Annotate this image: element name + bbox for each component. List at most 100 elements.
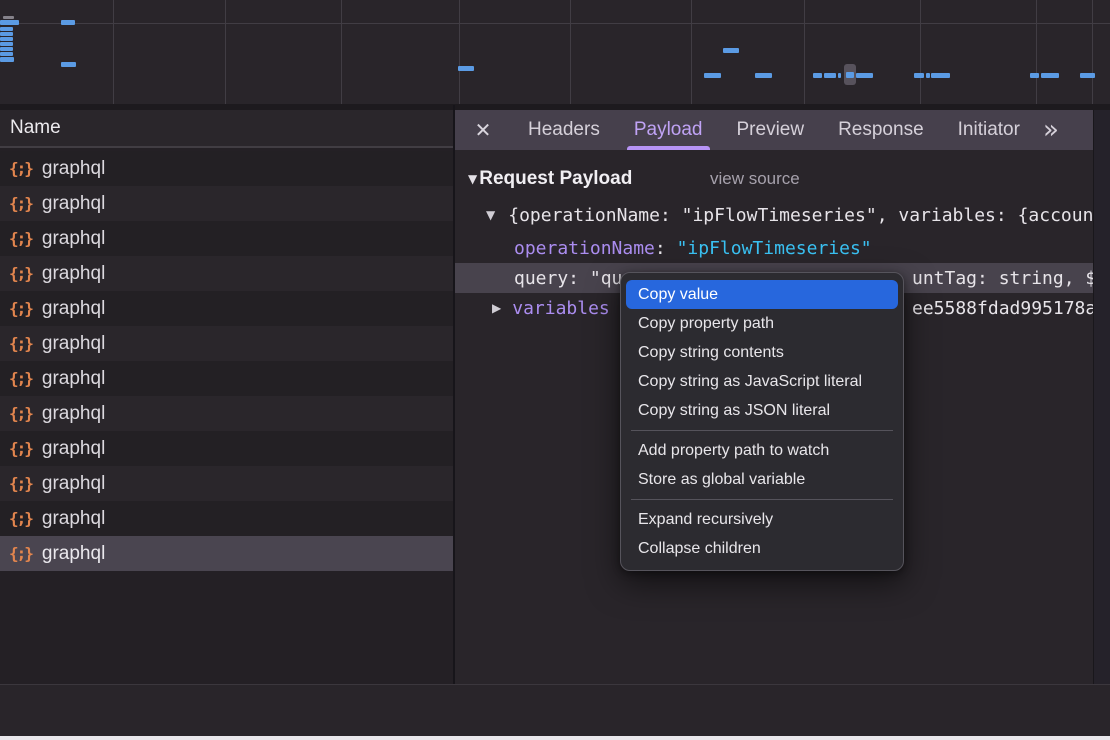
window-bottom-edge [0,736,1110,740]
operation-name-row[interactable]: operationName: "ipFlowTimeseries" [455,233,1093,263]
waterfall-bar [3,16,14,19]
waterfall-bar [0,27,13,31]
waterfall-bar [704,73,721,78]
request-name: graphql [42,438,105,460]
grid-line [570,0,571,104]
close-icon[interactable]: ✕ [455,110,511,150]
waterfall-bar [755,73,772,78]
menu-item-copy-string-as-json-literal[interactable]: Copy string as JSON literal [626,396,898,425]
tab-response[interactable]: Response [821,110,941,150]
waterfall-bar [813,73,822,78]
json-icon: {;} [9,544,32,563]
property-key: variables [512,298,610,319]
tab-initiator[interactable]: Initiator [941,110,1037,150]
grid-line [804,0,805,104]
json-icon: {;} [9,229,32,248]
collapsed-caret-icon[interactable]: ▶ [492,301,501,315]
request-payload-section[interactable]: ▼Request Payload [468,166,632,192]
grid-line [459,0,460,104]
payload-root-row[interactable]: ▼{operationName: "ipFlowTimeseries", var… [455,200,1093,230]
request-row[interactable]: {;}graphql [0,291,453,326]
collapse-caret-icon[interactable]: ▼ [468,172,477,186]
view-source-link[interactable]: view source [710,166,800,192]
menu-item-store-as-global-variable[interactable]: Store as global variable [626,465,898,494]
waterfall-bar [0,37,13,41]
property-key: operationName [514,238,655,259]
menu-separator [631,499,893,500]
query-fragment-left: query: "qu [514,268,622,289]
request-name: graphql [42,228,105,250]
waterfall-bar [1041,73,1059,78]
waterfall-bar [723,48,739,53]
request-row[interactable]: {;}graphql [0,431,453,466]
request-row[interactable]: {;} graphql [0,256,453,291]
request-row[interactable]: {;} graphql [0,536,453,571]
json-icon: {;} [9,474,32,493]
request-name: graphql [42,508,105,530]
tab-headers[interactable]: Headers [511,110,617,150]
tab-payload[interactable]: Payload [617,110,720,150]
request-row[interactable]: {;} graphql [0,221,453,256]
grid-line [341,0,342,104]
grid-line [920,0,921,104]
request-row[interactable]: {;}graphql [0,361,453,396]
waterfall-bar [1030,73,1039,78]
right-edge-gutter [1093,110,1110,684]
json-icon: {;} [9,334,32,353]
name-column-header[interactable]: Name [0,110,453,148]
grid-line [1092,0,1093,104]
waterfall-bar [856,73,873,78]
menu-item-expand-recursively[interactable]: Expand recursively [626,505,898,534]
grid-line [225,0,226,104]
request-row[interactable]: {;} graphql [0,326,453,361]
waterfall-bar [0,52,13,56]
request-row[interactable]: {;}graphql [0,151,453,186]
waterfall-bar [0,57,14,62]
waterfall-bar [0,42,13,46]
requests-panel: Name {;}graphql{;}graphql{;}graphql{;}gr… [0,110,453,684]
request-row[interactable]: {;} graphql [0,466,453,501]
json-icon: {;} [9,509,32,528]
menu-item-collapse-children[interactable]: Collapse children [626,534,898,563]
query-fragment-right: untTag: string, $f [912,268,1093,289]
grid-line [1036,0,1037,104]
waterfall-bar [838,73,841,78]
menu-item-copy-string-contents[interactable]: Copy string contents [626,338,898,367]
request-name: graphql [42,473,105,495]
request-name: graphql [42,263,105,285]
json-icon: {;} [9,159,32,178]
waterfall-bar [61,20,75,25]
request-row[interactable]: {;} graphql [0,501,453,536]
menu-item-add-property-path-to-watch[interactable]: Add property path to watch [626,436,898,465]
menu-separator [631,430,893,431]
colon: : [655,238,677,259]
json-icon: {;} [9,264,32,283]
menu-item-copy-string-as-javascript-literal[interactable]: Copy string as JavaScript literal [626,367,898,396]
tab-strip: ✕ HeadersPayloadPreviewResponseInitiator… [455,110,1093,150]
grid-line [113,0,114,104]
summary-footer [0,684,1110,736]
tab-preview[interactable]: Preview [720,110,822,150]
request-row[interactable]: {;}graphql [0,396,453,431]
waterfall-bar [0,32,13,36]
section-title: Request Payload [479,168,632,190]
menu-item-copy-property-path[interactable]: Copy property path [626,309,898,338]
request-list: {;} graphql {;} graphql {;} graphql {;} graphql… [0,151,453,571]
request-name: graphql [42,368,105,390]
waterfall-bar [931,73,950,78]
waterfall-bar [61,62,76,67]
request-name: graphql [42,193,105,215]
request-name: graphql [42,333,105,355]
waterfall-bar [846,72,854,78]
overview-baseline [0,23,1110,24]
request-name: graphql [42,403,105,425]
waterfall-bar [1080,73,1095,78]
request-row[interactable]: {;}graphql [0,186,453,221]
overflow-tabs-icon[interactable]: » [1043,110,1059,150]
network-overview[interactable] [0,0,1110,104]
waterfall-bar [458,66,474,71]
expanded-caret-icon[interactable]: ▼ [486,208,495,222]
json-icon: {;} [9,299,32,318]
request-name: graphql [42,543,105,565]
menu-item-copy-value[interactable]: Copy value [626,280,898,309]
